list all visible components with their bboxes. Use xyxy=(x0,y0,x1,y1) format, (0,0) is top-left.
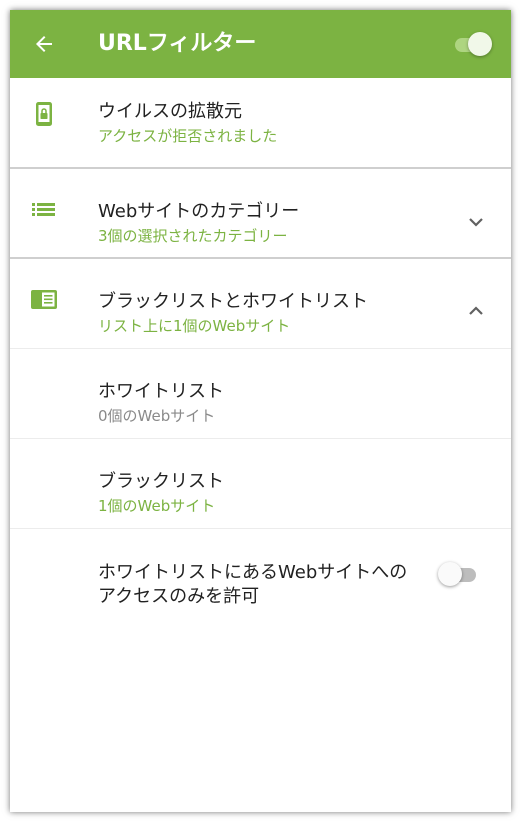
app-bar: URLフィルター xyxy=(10,10,511,78)
whitelist-item[interactable]: ホワイトリスト 0個のWebサイト xyxy=(10,349,511,438)
allow-whitelist-only-label-line1: ホワイトリストにあるWebサイトへの xyxy=(98,562,408,583)
whitelist-subtitle: 0個のWebサイト xyxy=(98,407,216,425)
page-title: URLフィルター xyxy=(98,31,257,56)
allow-whitelist-only-label-line2: アクセスのみを許可 xyxy=(98,586,260,607)
virus-sources-title: ウイルスの拡散元 xyxy=(98,101,242,122)
blacklist-subtitle: 1個のWebサイト xyxy=(98,497,216,515)
toggle-thumb xyxy=(438,562,462,586)
chevron-up-icon[interactable] xyxy=(466,301,486,321)
blacklist-item[interactable]: ブラックリスト 1個のWebサイト xyxy=(10,439,511,528)
website-categories-subtitle: 3個の選択されたカテゴリー xyxy=(98,227,288,245)
whitelist-title: ホワイトリスト xyxy=(98,381,224,402)
black-white-lists-subtitle: リスト上に1個のWebサイト xyxy=(98,317,291,335)
url-filter-toggle[interactable] xyxy=(451,30,497,58)
black-white-lists-title: ブラックリストとホワイトリスト xyxy=(98,291,368,312)
chevron-down-icon[interactable] xyxy=(466,212,486,232)
arrow-back-icon[interactable] xyxy=(32,32,56,56)
virus-sources-item[interactable]: ウイルスの拡散元 アクセスが拒否されました xyxy=(10,78,511,168)
list-icon xyxy=(30,195,58,223)
black-white-lists-item[interactable]: ブラックリストとホワイトリスト リスト上に1個のWebサイト xyxy=(10,259,511,348)
website-categories-item[interactable]: Webサイトのカテゴリー 3個の選択されたカテゴリー xyxy=(10,169,511,258)
blacklist-title: ブラックリスト xyxy=(98,471,224,492)
list-card-icon xyxy=(30,285,58,313)
allow-whitelist-only-toggle[interactable] xyxy=(436,560,482,588)
toggle-thumb xyxy=(468,32,492,56)
screen-frame: URLフィルター ウイルスの拡散元 アクセスが拒否されました Webサイトのカテ… xyxy=(10,10,511,812)
virus-sources-subtitle: アクセスが拒否されました xyxy=(98,127,278,145)
allow-whitelist-only-item[interactable]: ホワイトリストにあるWebサイトへの アクセスのみを許可 xyxy=(10,529,511,619)
website-categories-title: Webサイトのカテゴリー xyxy=(98,201,300,222)
phone-lock-icon xyxy=(30,100,58,128)
